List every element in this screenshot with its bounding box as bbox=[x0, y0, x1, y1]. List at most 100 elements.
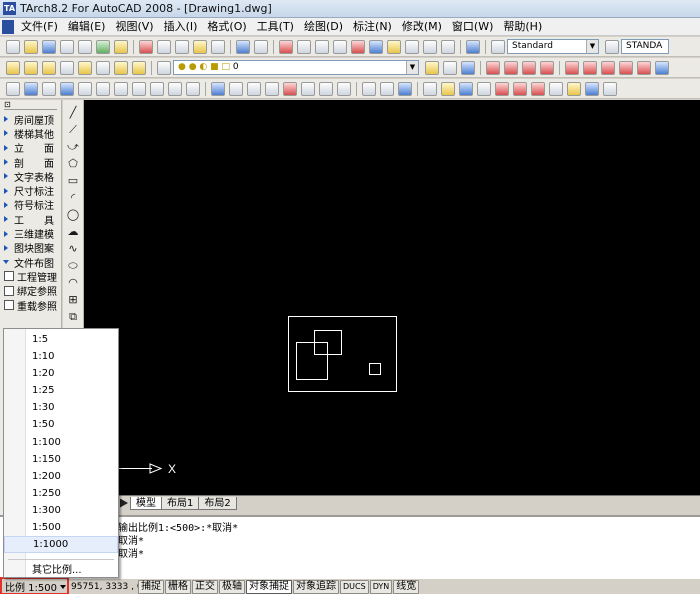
menu-tools[interactable]: 工 具 bbox=[0, 212, 61, 227]
section-icon[interactable] bbox=[132, 81, 146, 96]
text-style-select[interactable]: Standard ▼ bbox=[507, 39, 599, 54]
scale-option[interactable]: 1:1000 bbox=[4, 536, 118, 554]
redo-icon[interactable] bbox=[254, 39, 268, 54]
undo-icon[interactable] bbox=[236, 39, 250, 54]
image-icon[interactable] bbox=[398, 81, 412, 96]
block-editor-icon[interactable] bbox=[211, 39, 225, 54]
view-3d-icon[interactable] bbox=[337, 81, 351, 96]
polyline-icon[interactable]: ⤻ bbox=[67, 140, 80, 153]
axis-grid-icon[interactable] bbox=[6, 81, 20, 96]
ducs-toggle[interactable]: DUCS bbox=[340, 579, 369, 594]
scale-option[interactable]: 1:50 bbox=[4, 416, 118, 433]
scale-option[interactable]: 1:10 bbox=[4, 348, 118, 365]
menu-tools[interactable]: 工具(T) bbox=[252, 18, 299, 36]
menu-edit[interactable]: 编辑(E) bbox=[63, 18, 111, 36]
layer-states-icon[interactable] bbox=[461, 60, 475, 75]
find-icon[interactable] bbox=[441, 81, 455, 96]
calculator-icon[interactable] bbox=[441, 39, 455, 54]
layout-icon[interactable] bbox=[211, 81, 225, 96]
text-table-icon[interactable] bbox=[150, 81, 164, 96]
scale-option[interactable]: 1:5 bbox=[4, 331, 118, 348]
scale-option[interactable]: 1:250 bbox=[4, 485, 118, 502]
layer-off-icon[interactable] bbox=[78, 60, 92, 75]
snap-perpendicular-icon[interactable] bbox=[637, 60, 651, 75]
help-icon[interactable] bbox=[466, 39, 480, 54]
snap-apparent-icon[interactable] bbox=[540, 60, 554, 75]
scale-option[interactable]: 1:20 bbox=[4, 365, 118, 382]
menu-3d-model[interactable]: 三维建模 bbox=[0, 226, 61, 241]
layer-unisolate-icon[interactable] bbox=[96, 60, 110, 75]
layer-manager-icon[interactable] bbox=[157, 60, 171, 75]
open-file-icon[interactable] bbox=[24, 39, 38, 54]
revision-cloud-icon[interactable]: ☁ bbox=[67, 225, 80, 238]
list-icon[interactable] bbox=[477, 81, 491, 96]
match-properties-icon[interactable] bbox=[193, 39, 207, 54]
stair-icon[interactable] bbox=[96, 81, 110, 96]
scale-option[interactable]: 1:25 bbox=[4, 382, 118, 399]
menu-bind-xref[interactable]: 绑定参照 bbox=[0, 284, 61, 298]
dim-style-select[interactable]: STANDA bbox=[621, 39, 669, 54]
lock-icon[interactable] bbox=[42, 60, 56, 75]
elevation-icon[interactable] bbox=[114, 81, 128, 96]
menu-window[interactable]: 窗口(W) bbox=[447, 18, 498, 36]
dimension-icon[interactable] bbox=[168, 81, 182, 96]
menu-elevation[interactable]: 立 面 bbox=[0, 141, 61, 155]
drawing-frame-icon[interactable] bbox=[229, 81, 243, 96]
menu-room-roof[interactable]: 房间屋顶 bbox=[0, 112, 61, 127]
otrack-toggle[interactable]: 对象追踪 bbox=[293, 579, 339, 594]
plot-icon[interactable] bbox=[114, 39, 128, 54]
snap-parallel-icon[interactable] bbox=[655, 60, 669, 75]
wall-icon[interactable] bbox=[42, 81, 56, 96]
tab-model[interactable]: 模型 bbox=[130, 496, 162, 510]
block-icon[interactable] bbox=[247, 81, 261, 96]
print-icon[interactable] bbox=[60, 39, 74, 54]
menu-section[interactable]: 剖 面 bbox=[0, 155, 61, 170]
snap-quadrant-icon[interactable] bbox=[601, 60, 615, 75]
menu-file-layout[interactable]: 文件布图 bbox=[0, 255, 61, 270]
copy-icon[interactable] bbox=[157, 39, 171, 54]
zoom-previous-icon[interactable] bbox=[333, 39, 347, 54]
column-icon[interactable] bbox=[24, 81, 38, 96]
web-icon[interactable] bbox=[585, 81, 599, 96]
menu-stairs-other[interactable]: 楼梯其他 bbox=[0, 126, 61, 141]
save-icon[interactable] bbox=[42, 39, 56, 54]
cut-icon[interactable] bbox=[139, 39, 153, 54]
make-current-icon[interactable] bbox=[425, 60, 439, 75]
print-setup-icon[interactable] bbox=[549, 81, 563, 96]
menu-text-table[interactable]: 文字表格 bbox=[0, 169, 61, 184]
layer-select[interactable]: ● ● ◐ ■ □ 0 ▼ bbox=[173, 60, 419, 75]
snap-intersection-icon[interactable] bbox=[522, 60, 536, 75]
menu-help[interactable]: 帮助(H) bbox=[498, 18, 547, 36]
snap-midpoint-icon[interactable] bbox=[504, 60, 518, 75]
object-browser-icon[interactable] bbox=[301, 81, 315, 96]
construction-line-icon[interactable]: ⟋ bbox=[67, 123, 80, 136]
layer-walk-icon[interactable] bbox=[114, 60, 128, 75]
menu-dimension[interactable]: 标注(N) bbox=[348, 18, 397, 36]
lineweight-toggle[interactable]: 线宽 bbox=[393, 579, 420, 594]
scale-option[interactable]: 1:200 bbox=[4, 468, 118, 485]
menu-modify[interactable]: 修改(M) bbox=[397, 18, 447, 36]
make-block-icon[interactable]: ⧉ bbox=[67, 310, 80, 323]
ellipse-icon[interactable]: ⬭ bbox=[67, 259, 80, 272]
ortho-toggle[interactable]: 正交 bbox=[192, 579, 218, 594]
menu-format[interactable]: 格式(O) bbox=[202, 18, 251, 36]
line-icon[interactable]: ╱ bbox=[67, 106, 80, 119]
room-icon[interactable] bbox=[78, 81, 92, 96]
insert-block-icon[interactable]: ⊞ bbox=[67, 293, 80, 306]
sheet-set-icon[interactable] bbox=[405, 39, 419, 54]
menu-view[interactable]: 视图(V) bbox=[110, 18, 158, 36]
tool-palettes-icon[interactable] bbox=[387, 39, 401, 54]
snap-center-icon[interactable] bbox=[583, 60, 597, 75]
settings-icon[interactable] bbox=[603, 81, 617, 96]
properties-icon[interactable] bbox=[351, 39, 365, 54]
snap-extension-icon[interactable] bbox=[565, 60, 579, 75]
layer-previous-icon[interactable] bbox=[443, 60, 457, 75]
attach-icon[interactable] bbox=[423, 81, 437, 96]
layer-color-icon[interactable] bbox=[531, 81, 545, 96]
polygon-icon[interactable]: ⬠ bbox=[67, 157, 80, 170]
spline-icon[interactable]: ∿ bbox=[67, 242, 80, 255]
scale-more-option[interactable]: 其它比例... bbox=[4, 564, 118, 577]
scale-option[interactable]: 1:150 bbox=[4, 451, 118, 468]
menu-block-pattern[interactable]: 图块图案 bbox=[0, 241, 61, 255]
snap-tangent-icon[interactable] bbox=[619, 60, 633, 75]
